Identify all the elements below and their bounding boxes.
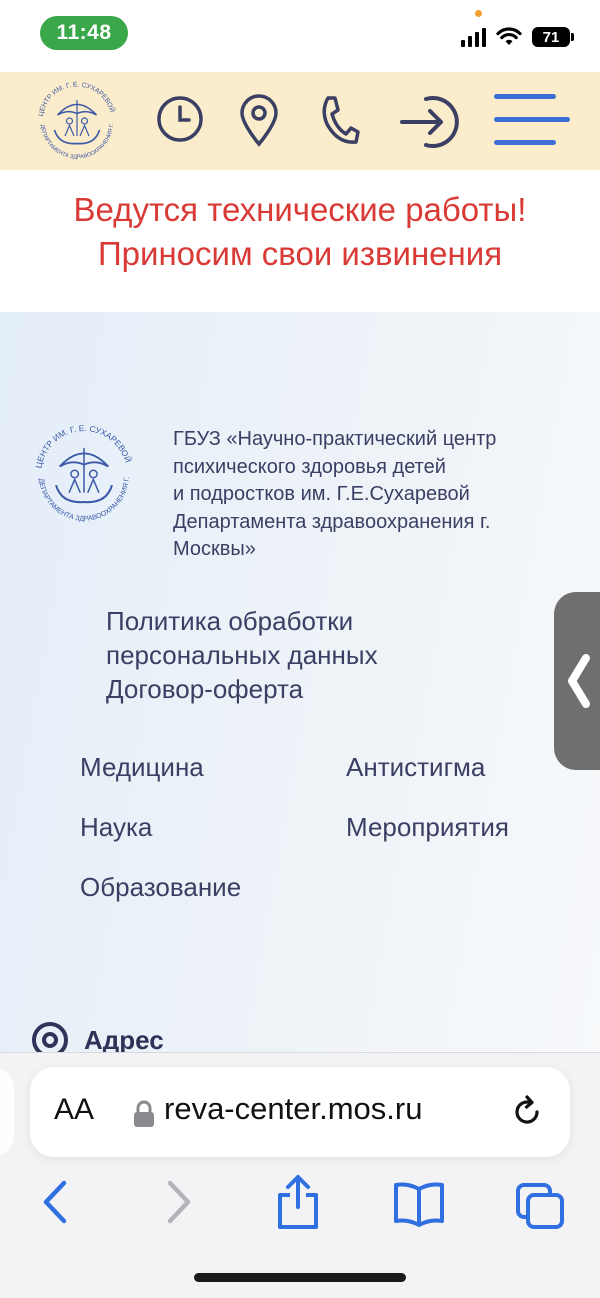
- privacy-indicator-dot: [475, 10, 482, 17]
- site-header: ЦЕНТР ИМ. Г. Е. СУХАРЕВОЙ ДЕПАРТАМЕНТА З…: [0, 72, 600, 170]
- footer-logo[interactable]: ЦЕНТР ИМ. Г. Е. СУХАРЕВОЙ ДЕПАРТАМЕНТА З…: [28, 418, 140, 530]
- org-line: психического здоровья детей: [173, 455, 446, 478]
- privacy-policy-link[interactable]: Политика обработки персональных данных: [106, 604, 378, 672]
- reader-settings-button[interactable]: AA: [54, 1093, 94, 1127]
- hamburger-menu-icon[interactable]: [490, 92, 572, 150]
- status-icons: 71: [461, 22, 574, 52]
- address-label: Адрес: [84, 1024, 164, 1055]
- org-line: Москвы»: [173, 538, 256, 560]
- lock-icon: [134, 1100, 154, 1127]
- org-line: и подростков им. Г.Е.Сухаревой: [173, 483, 470, 505]
- url-text: reva-center.mos.ru: [164, 1091, 423, 1126]
- status-time: 11:48: [40, 16, 128, 50]
- tabs-icon[interactable]: [514, 1181, 566, 1231]
- wifi-icon: [496, 27, 522, 45]
- organization-name: ГБУЗ «Научно-практический центр психичес…: [173, 426, 563, 564]
- privacy-policy-line-1: Политика обработки: [106, 606, 354, 636]
- battery-indicator: 71: [532, 27, 574, 47]
- clock-icon[interactable]: [155, 94, 205, 144]
- footer-link-events[interactable]: Мероприятия: [346, 812, 509, 843]
- svg-text:ДЕПАРТАМЕНТА ЗДРАВООХРАНЕНИЯ Г: ДЕПАРТАМЕНТА ЗДРАВООХРАНЕНИЯ Г. МОСКВЫ: [28, 418, 131, 523]
- footer-link-education[interactable]: Образование: [80, 872, 241, 903]
- notice-line-2: Приносим свои извинения: [97, 235, 503, 272]
- previous-tab-preview[interactable]: [0, 1067, 14, 1157]
- bookmarks-icon[interactable]: [392, 1181, 446, 1227]
- share-icon[interactable]: [274, 1173, 322, 1231]
- footer-link-science[interactable]: Наука: [80, 812, 152, 843]
- legal-links: Политика обработки персональных данных Д…: [106, 604, 378, 706]
- forward-arrow-icon[interactable]: [162, 1177, 196, 1227]
- aa-label: AA: [54, 1093, 95, 1126]
- offer-agreement-link[interactable]: Договор-оферта: [106, 672, 378, 706]
- cellular-signal-icon: [461, 27, 486, 47]
- footer-link-antistigma[interactable]: Антистигма: [346, 752, 485, 783]
- phone-icon[interactable]: [318, 94, 360, 148]
- notice-line-1: Ведутся технические работы!: [73, 191, 527, 228]
- address-bar[interactable]: AA reva-center.mos.ru: [30, 1067, 570, 1157]
- chevron-left-icon: [568, 654, 590, 708]
- side-panel-handle[interactable]: [554, 592, 600, 770]
- center-logo[interactable]: ЦЕНТР ИМ. Г. Е. СУХАРЕВОЙ ДЕПАРТАМЕНТА З…: [26, 76, 128, 166]
- privacy-policy-line-2: персональных данных: [106, 640, 378, 670]
- footer-link-medicine[interactable]: Медицина: [80, 752, 204, 783]
- org-line: Департамента здравоохранения г.: [173, 510, 491, 533]
- reload-icon[interactable]: [510, 1095, 544, 1129]
- browser-toolbar: AA reva-center.mos.ru: [0, 1052, 600, 1298]
- login-arrow-icon[interactable]: [398, 91, 464, 153]
- maintenance-notice: Ведутся технические работы! Приносим сво…: [0, 170, 600, 312]
- back-arrow-icon[interactable]: [38, 1177, 72, 1227]
- org-line: ГБУЗ «Научно-практический центр: [173, 428, 497, 450]
- home-indicator: [194, 1273, 406, 1282]
- map-pin-icon[interactable]: [238, 94, 280, 148]
- status-bar: 11:48 71: [0, 0, 600, 72]
- site-footer: ЦЕНТР ИМ. Г. Е. СУХАРЕВОЙ ДЕПАРТАМЕНТА З…: [0, 312, 600, 1058]
